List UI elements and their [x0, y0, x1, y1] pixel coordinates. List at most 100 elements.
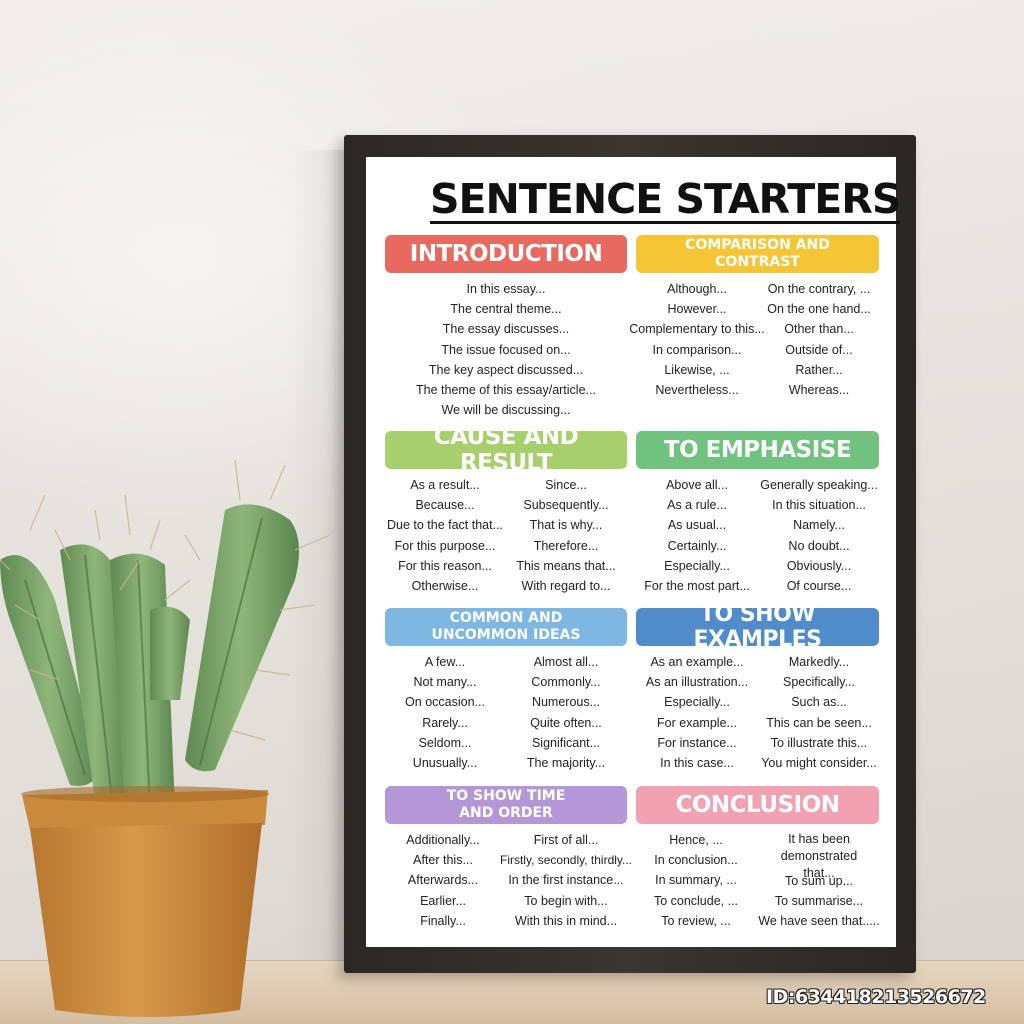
starter-phrase: For this reason... — [398, 558, 492, 573]
starter-phrase: In this situation... — [772, 498, 866, 513]
section-heading-comparison-contrast: COMPARISON AND CONTRAST — [636, 235, 879, 273]
starter-phrase: Commonly... — [531, 675, 601, 690]
starter-phrase: Nevertheless... — [655, 382, 739, 397]
starter-phrase: Finally... — [420, 913, 466, 928]
starter-phrase: For example... — [657, 715, 737, 730]
cause-result-starters-right: Since... Subsequently... That is why... … — [508, 475, 624, 596]
time-order-starters-left: Additionally... After this... Afterwards… — [382, 830, 504, 931]
conclusion-starters-left: Hence, ... In conclusion... In summary, … — [636, 830, 756, 931]
time-order-starters-right: First of all... Firstly, secondly, third… — [496, 830, 636, 931]
starter-phrase: On the one hand... — [767, 302, 871, 317]
section-heading-conclusion: CONCLUSION — [636, 786, 879, 824]
starter-phrase: Otherwise... — [411, 578, 479, 593]
starter-phrase: To sum up... — [784, 874, 854, 888]
starter-phrase: We have seen that..... — [758, 914, 880, 929]
starter-phrase: Firstly, secondly, thirdly... — [499, 853, 633, 868]
starter-phrase: The central theme... — [450, 302, 562, 317]
starter-phrase: Due to the fact that... — [386, 518, 504, 533]
starter-phrase: Especially... — [664, 695, 730, 710]
common-ideas-starters-right: Almost all... Commonly... Numerous... Qu… — [508, 652, 624, 773]
starter-phrase: Therefore... — [533, 538, 599, 553]
emphasise-starters-right: Generally speaking... In this situation.… — [756, 475, 882, 596]
starter-phrase: Rarely... — [422, 715, 468, 730]
starter-phrase: To illustrate this... — [770, 735, 868, 750]
starter-phrase: Although... — [667, 282, 727, 296]
starter-phrase: Not many... — [413, 675, 477, 690]
starter-phrase: No doubt... — [788, 538, 850, 553]
starter-phrase: Other than... — [784, 322, 854, 337]
starter-phrase: In this essay... — [466, 282, 546, 296]
introduction-starters: In this essay... The central theme... Th… — [385, 279, 627, 420]
starter-phrase: In the first instance... — [508, 873, 624, 888]
section-heading-introduction: INTRODUCTION — [385, 235, 627, 273]
starter-phrase: This means that... — [516, 558, 616, 573]
conclusion-starters-right: It has been demonstrated that... To sum … — [756, 831, 882, 932]
starter-phrase: For instance... — [657, 735, 737, 750]
cause-result-starters-left: As a result... Because... Due to the fac… — [382, 475, 508, 596]
starter-phrase: Rather... — [795, 362, 843, 377]
starter-phrase: That is why... — [529, 518, 603, 533]
starter-phrase: The essay discusses... — [442, 322, 570, 337]
section-heading-emphasise: TO EMPHASISE — [636, 431, 879, 469]
starter-phrase: As an example... — [650, 655, 744, 669]
starter-phrase: You might consider... — [761, 755, 877, 770]
starter-phrase: With this in mind... — [514, 913, 618, 928]
starter-phrase: In this case... — [660, 755, 734, 770]
starter-phrase: As a rule... — [667, 498, 727, 513]
starter-phrase: In conclusion... — [654, 853, 738, 868]
starter-phrase: Unusually... — [412, 755, 478, 770]
starter-phrase: With regard to... — [521, 578, 611, 593]
examples-starters-left: As an example... As an illustration... E… — [634, 652, 760, 773]
starter-phrase: Numerous... — [531, 695, 601, 710]
starter-phrase: Generally speaking... — [760, 478, 878, 492]
examples-starters-right: Markedly... Specifically... Such as... T… — [756, 652, 882, 773]
starter-phrase: Specifically... — [782, 675, 855, 690]
starter-phrase: Afterwards... — [407, 873, 479, 888]
starter-phrase: Of course... — [786, 578, 852, 593]
starter-phrase: Markedly... — [788, 655, 850, 669]
starter-phrase: First of all... — [533, 833, 599, 847]
starter-phrase: Because... — [415, 498, 475, 513]
comparison-starters-right: On the contrary, ... On the one hand... … — [760, 279, 878, 400]
starter-phrase: Likewise, ... — [664, 362, 730, 377]
starter-phrase: We will be discussing... — [441, 403, 571, 418]
starter-phrase: The key aspect discussed... — [428, 362, 584, 377]
starter-phrase: In comparison... — [652, 342, 742, 357]
starter-phrase: Certainly... — [667, 538, 727, 553]
starter-phrase: In summary, ... — [655, 873, 737, 888]
starter-phrase: Outside of... — [785, 342, 853, 357]
starter-phrase: The majority... — [526, 755, 606, 770]
starter-phrase: To begin with... — [524, 893, 608, 908]
starter-phrase: Additionally... — [406, 833, 480, 847]
starter-phrase: To review, ... — [661, 913, 731, 928]
starter-phrase: Whereas... — [788, 382, 850, 397]
starter-phrase: Hence, ... — [669, 833, 723, 847]
section-heading-common-uncommon: COMMON AND UNCOMMON IDEAS — [385, 608, 627, 646]
starter-phrase: However... — [667, 302, 727, 317]
starter-phrase: As usual... — [667, 518, 727, 533]
emphasise-starters-left: Above all... As a rule... As usual... Ce… — [636, 475, 758, 596]
starter-phrase: Such as... — [791, 695, 847, 710]
starter-phrase: The theme of this essay/article... — [416, 382, 596, 397]
starter-phrase: Almost all... — [533, 655, 599, 669]
section-heading-show-examples: TO SHOW EXAMPLES — [636, 602, 879, 652]
starter-phrase: For the most part... — [644, 578, 750, 593]
starter-phrase: As an illustration... — [645, 675, 749, 690]
starter-phrase: This can be seen... — [766, 715, 872, 730]
starter-phrase: Quite often... — [530, 715, 602, 730]
starter-phrase: Complementary to this... — [629, 322, 765, 337]
starter-phrase: Earlier... — [420, 893, 466, 908]
starter-phrase: Since... — [545, 478, 587, 492]
starter-phrase: Namely... — [793, 518, 845, 533]
starter-phrase: Above all... — [666, 478, 728, 492]
starter-phrase: To conclude, ... — [653, 893, 739, 908]
starter-phrase: On occasion... — [405, 695, 485, 710]
starter-phrase: It has been demonstrated that... — [780, 832, 858, 880]
section-heading-time-order: TO SHOW TIME AND ORDER — [385, 786, 627, 824]
starter-phrase: The issue focused on... — [441, 342, 571, 357]
starter-phrase: A few... — [424, 655, 466, 669]
section-heading-cause-result: CAUSE AND RESULT — [385, 424, 627, 476]
starter-phrase: After this... — [413, 853, 473, 868]
image-id-watermark: ID:634418213526672 — [766, 986, 986, 1008]
starter-phrase: Obviously... — [786, 558, 852, 573]
